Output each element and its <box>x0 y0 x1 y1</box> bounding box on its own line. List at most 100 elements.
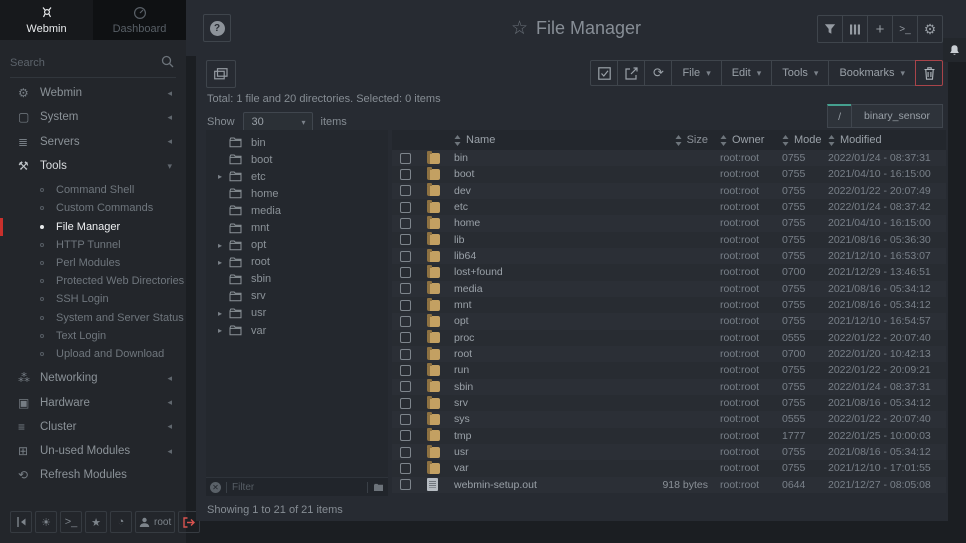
tree-directory[interactable]: ▸ opt <box>206 237 388 254</box>
table-row[interactable]: var root:root 0755 2021/12/10 - 17:01:55 <box>392 460 946 476</box>
expand-arrow-icon[interactable]: ▸ <box>218 258 229 267</box>
table-row[interactable]: tmp root:root 1777 2022/01/25 - 10:00:03 <box>392 428 946 444</box>
sidebar-nav-item[interactable]: ⚙ Webmin ◂ <box>0 81 186 105</box>
tree-directory[interactable]: ▸ root <box>206 254 388 271</box>
sidebar-nav-item[interactable]: ⁂ Networking ◂ <box>0 366 186 390</box>
submenu-item[interactable]: Protected Web Directories <box>0 272 186 290</box>
row-checkbox[interactable] <box>400 316 411 327</box>
table-row[interactable]: srv root:root 0755 2021/08/16 - 05:34:12 <box>392 395 946 411</box>
filter-button[interactable] <box>817 15 843 43</box>
tree-directory[interactable]: sbin <box>206 271 388 288</box>
file-name[interactable]: var <box>448 462 632 474</box>
favorites-button[interactable]: ★ <box>85 511 107 533</box>
toolbar-menu-button[interactable]: Bookmarks ▾ <box>828 60 916 86</box>
user-button[interactable]: root <box>135 511 175 533</box>
row-checkbox[interactable] <box>400 300 411 311</box>
row-checkbox[interactable] <box>400 251 411 262</box>
breadcrumb-segment[interactable]: / <box>827 104 852 128</box>
submenu-item[interactable]: Perl Modules <box>0 254 186 272</box>
row-checkbox[interactable] <box>400 414 411 425</box>
row-checkbox[interactable] <box>400 447 411 458</box>
tree-directory[interactable]: boot <box>206 151 388 168</box>
table-row[interactable]: dev root:root 0755 2022/01/22 - 20:07:49 <box>392 183 946 199</box>
sidebar-nav-item[interactable]: ⟲ Refresh Modules <box>0 463 186 487</box>
tree-directory[interactable]: mnt <box>206 219 388 236</box>
table-row[interactable]: webmin-setup.out 918 bytes root:root 064… <box>392 477 946 493</box>
file-name[interactable]: sys <box>448 413 632 425</box>
tree-directory[interactable]: ▸ etc <box>206 168 388 185</box>
breadcrumb-segment[interactable]: binary_sensor <box>851 104 943 128</box>
columns-button[interactable] <box>842 15 868 43</box>
submenu-item[interactable]: File Manager <box>0 218 186 236</box>
tab-webmin[interactable]: Webmin <box>0 0 93 40</box>
row-checkbox[interactable] <box>400 202 411 213</box>
tree-directory[interactable]: media <box>206 202 388 219</box>
notifications-tab[interactable] <box>943 38 966 62</box>
row-checkbox[interactable] <box>400 153 411 164</box>
row-checkbox[interactable] <box>400 283 411 294</box>
tree-directory[interactable]: bin <box>206 134 388 151</box>
submenu-item[interactable]: Upload and Download <box>0 345 186 363</box>
sidebar-nav-item[interactable]: ⚒ Tools ▾ <box>0 154 186 178</box>
file-name[interactable]: tmp <box>448 430 632 442</box>
file-name[interactable]: opt <box>448 315 632 327</box>
table-row[interactable]: proc root:root 0555 2022/01/22 - 20:07:4… <box>392 330 946 346</box>
row-checkbox[interactable] <box>400 381 411 392</box>
sidebar-nav-item[interactable]: ▣ Hardware ◂ <box>0 390 186 414</box>
search-input[interactable] <box>10 48 176 77</box>
row-checkbox[interactable] <box>400 365 411 376</box>
row-checkbox[interactable] <box>400 430 411 441</box>
table-row[interactable]: boot root:root 0755 2021/04/10 - 16:15:0… <box>392 166 946 182</box>
column-header-mode[interactable]: Mode <box>782 134 828 146</box>
file-name[interactable]: srv <box>448 397 632 409</box>
folder-filter-icon[interactable] <box>373 483 384 492</box>
table-row[interactable]: opt root:root 0755 2021/12/10 - 16:54:57 <box>392 313 946 329</box>
tree-directory[interactable]: ▸ var <box>206 322 388 339</box>
tree-directory[interactable]: ▸ usr <box>206 305 388 322</box>
toolbar-menu-button[interactable]: File ▾ <box>671 60 721 86</box>
settings-button[interactable]: ⚙ <box>917 15 943 43</box>
refresh-button[interactable]: ⟳ <box>644 60 672 86</box>
file-name[interactable]: boot <box>448 168 632 180</box>
table-row[interactable]: etc root:root 0755 2022/01/24 - 08:37:42 <box>392 199 946 215</box>
clear-filter-icon[interactable]: ✕ <box>210 482 221 493</box>
table-row[interactable]: sbin root:root 0755 2022/01/24 - 08:37:3… <box>392 379 946 395</box>
submenu-item[interactable]: SSH Login <box>0 290 186 308</box>
row-checkbox[interactable] <box>400 479 411 490</box>
column-header-modified[interactable]: Modified <box>828 134 946 146</box>
toolbar-menu-button[interactable]: Tools ▾ <box>771 60 829 86</box>
table-row[interactable]: lib64 root:root 0755 2021/12/10 - 16:53:… <box>392 248 946 264</box>
table-row[interactable]: lib root:root 0755 2021/08/16 - 05:36:30 <box>392 232 946 248</box>
file-name[interactable]: lib <box>448 234 632 246</box>
file-name[interactable]: mnt <box>448 299 632 311</box>
file-name[interactable]: lib64 <box>448 250 632 262</box>
table-row[interactable]: home root:root 0755 2021/04/10 - 16:15:0… <box>392 215 946 231</box>
expand-arrow-icon[interactable]: ▸ <box>218 309 229 318</box>
row-checkbox[interactable] <box>400 185 411 196</box>
new-window-button[interactable] <box>206 60 236 88</box>
sidebar-nav-item[interactable]: ▢ System ◂ <box>0 105 186 129</box>
theme-brightness-button[interactable]: ☀ <box>35 511 57 533</box>
add-button[interactable]: + <box>867 15 893 43</box>
table-row[interactable]: media root:root 0755 2021/08/16 - 05:34:… <box>392 281 946 297</box>
column-header-owner[interactable]: Owner <box>720 134 782 146</box>
table-row[interactable]: usr root:root 0755 2021/08/16 - 05:34:12 <box>392 444 946 460</box>
tree-directory[interactable]: srv <box>206 288 388 305</box>
tree-filter-input[interactable] <box>232 482 362 493</box>
page-size-select[interactable]: 30 ▾ <box>243 112 313 132</box>
submenu-item[interactable]: Custom Commands <box>0 199 186 217</box>
shell-button[interactable]: >_ <box>892 15 918 43</box>
row-checkbox[interactable] <box>400 218 411 229</box>
submenu-item[interactable]: Text Login <box>0 327 186 345</box>
tree-directory[interactable]: home <box>206 185 388 202</box>
table-row[interactable]: bin root:root 0755 2022/01/24 - 08:37:31 <box>392 150 946 166</box>
row-checkbox[interactable] <box>400 332 411 343</box>
file-name[interactable]: home <box>448 217 632 229</box>
expand-arrow-icon[interactable]: ▸ <box>218 326 229 335</box>
file-name[interactable]: usr <box>448 446 632 458</box>
row-checkbox[interactable] <box>400 267 411 278</box>
file-name[interactable]: bin <box>448 152 632 164</box>
collapse-sidebar-button[interactable] <box>10 511 32 533</box>
table-row[interactable]: lost+found root:root 0700 2021/12/29 - 1… <box>392 264 946 280</box>
file-name[interactable]: sbin <box>448 381 632 393</box>
